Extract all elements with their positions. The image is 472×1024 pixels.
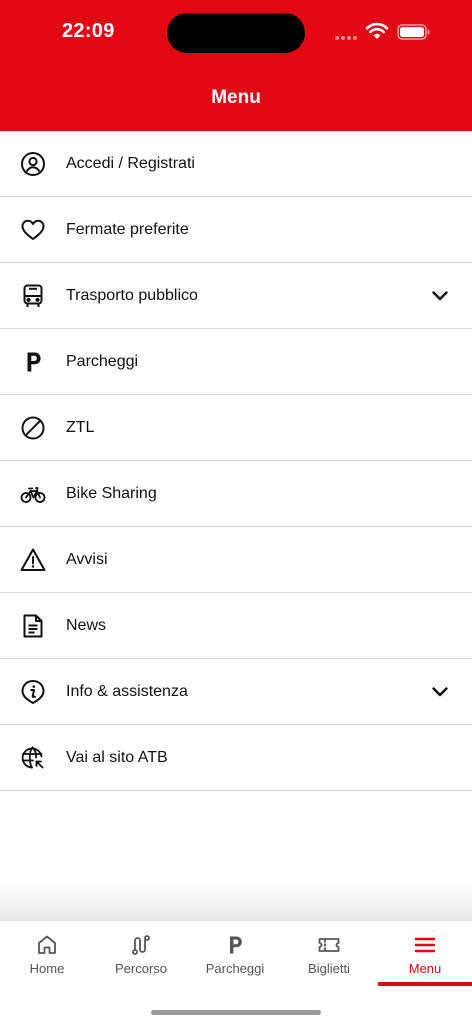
menu-item-public-transport[interactable]: Trasporto pubblico bbox=[0, 263, 472, 329]
tab-label: Menu bbox=[408, 961, 442, 976]
chevron-down-icon[interactable] bbox=[430, 682, 450, 702]
hamburger-icon bbox=[413, 933, 437, 957]
dynamic-island bbox=[167, 13, 305, 53]
tab-label: Parcheggi bbox=[205, 961, 265, 976]
tab-tickets[interactable]: Biglietti bbox=[282, 921, 376, 987]
menu-item-favorite-stops[interactable]: Fermate preferite bbox=[0, 197, 472, 263]
page-title: Menu bbox=[211, 87, 261, 108]
menu-item-label: News bbox=[66, 616, 107, 634]
route-icon bbox=[129, 933, 153, 957]
cellular-signal-icon bbox=[335, 36, 357, 40]
ticket-icon bbox=[317, 933, 341, 957]
menu-item-label: Vai al sito ATB bbox=[66, 748, 168, 766]
globe-link-icon bbox=[19, 744, 47, 772]
tab-label: Biglietti bbox=[308, 961, 350, 976]
menu-item-label: Accedi / Registrati bbox=[66, 154, 195, 172]
parking-icon bbox=[19, 348, 47, 376]
menu-item-atb-website[interactable]: Vai al sito ATB bbox=[0, 725, 472, 791]
status-bar: 22:09 bbox=[0, 0, 472, 62]
menu-item-label: Parcheggi bbox=[66, 352, 139, 370]
menu-item-label: Info & assistenza bbox=[66, 682, 188, 700]
menu-item-label: Trasporto pubblico bbox=[66, 286, 198, 304]
active-tab-indicator bbox=[378, 982, 472, 986]
tab-home[interactable]: Home bbox=[0, 921, 94, 987]
menu-item-label: Avvisi bbox=[66, 550, 108, 568]
bike-icon bbox=[19, 480, 47, 508]
wifi-icon bbox=[365, 22, 389, 39]
battery-icon bbox=[397, 24, 430, 40]
tab-route[interactable]: Percorso bbox=[94, 921, 188, 987]
menu-item-parking[interactable]: Parcheggi bbox=[0, 329, 472, 395]
app-header: 22:09 Menu bbox=[0, 0, 472, 131]
status-time: 22:09 bbox=[62, 20, 115, 42]
tab-label: Home bbox=[29, 961, 65, 976]
heart-icon bbox=[19, 216, 47, 244]
bus-icon bbox=[19, 282, 47, 310]
tab-bar: Home Percorso Parcheggi Biglietti Menu bbox=[0, 920, 472, 1024]
chevron-down-icon[interactable] bbox=[430, 286, 450, 306]
menu-item-label: Fermate preferite bbox=[66, 220, 189, 238]
tab-label: Percorso bbox=[114, 961, 168, 976]
info-icon bbox=[19, 678, 47, 706]
menu-item-label: Bike Sharing bbox=[66, 484, 157, 502]
menu-item-ztl[interactable]: ZTL bbox=[0, 395, 472, 461]
home-indicator[interactable] bbox=[151, 1010, 321, 1015]
scroll-fade bbox=[0, 884, 472, 922]
menu-item-label: ZTL bbox=[66, 418, 95, 436]
menu-item-bike-sharing[interactable]: Bike Sharing bbox=[0, 461, 472, 527]
user-circle-icon bbox=[19, 150, 47, 178]
document-icon bbox=[19, 612, 47, 640]
menu-item-alerts[interactable]: Avvisi bbox=[0, 527, 472, 593]
home-icon bbox=[35, 933, 59, 957]
tab-parking[interactable]: Parcheggi bbox=[188, 921, 282, 987]
menu-item-news[interactable]: News bbox=[0, 593, 472, 659]
parking-icon bbox=[223, 933, 247, 957]
menu-item-login[interactable]: Accedi / Registrati bbox=[0, 131, 472, 197]
menu-list: Accedi / Registrati Fermate preferite Tr… bbox=[0, 131, 472, 791]
menu-item-info[interactable]: Info & assistenza bbox=[0, 659, 472, 725]
warning-icon bbox=[19, 546, 47, 574]
tab-menu[interactable]: Menu bbox=[378, 921, 472, 987]
no-entry-icon bbox=[19, 414, 47, 442]
